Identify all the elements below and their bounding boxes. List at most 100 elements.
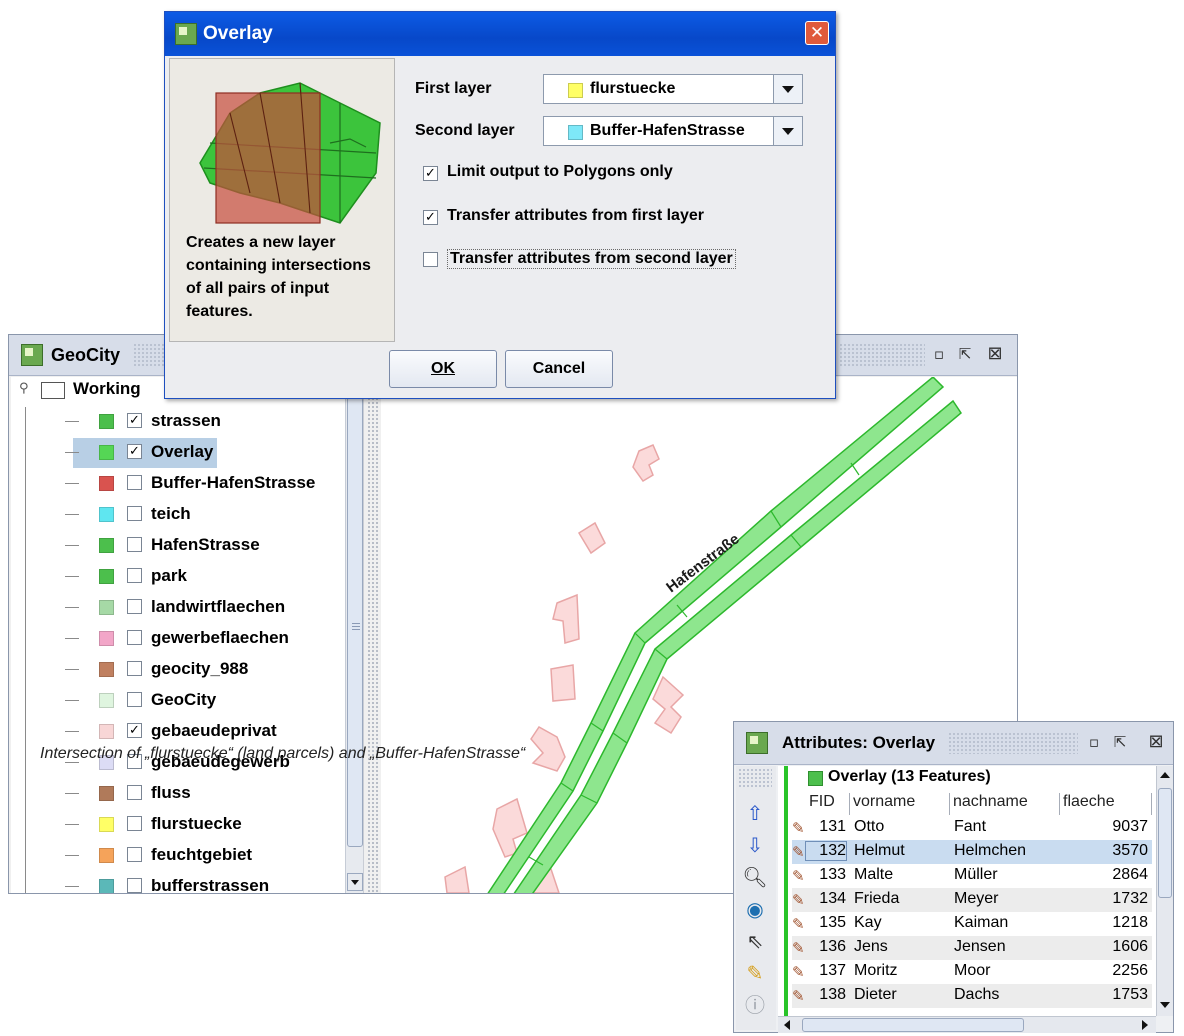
column-header[interactable]: vorname: [850, 793, 950, 815]
splitter[interactable]: [367, 377, 379, 893]
column-header[interactable]: nachname: [950, 793, 1060, 815]
move-down-icon[interactable]: ⇩: [742, 832, 768, 858]
layer-visibility-checkbox[interactable]: [127, 630, 142, 645]
close-icon[interactable]: ⊠: [985, 344, 1005, 364]
edit-pencil-icon[interactable]: ✎: [792, 962, 806, 982]
layer-item[interactable]: ✓ Overlay: [11, 438, 351, 468]
layer-tree-scrollbar[interactable]: [345, 397, 363, 893]
layer-visibility-checkbox[interactable]: ✓: [127, 413, 142, 428]
layer-visibility-checkbox[interactable]: ✓: [127, 444, 142, 459]
figure-caption: Intersection of „flurstuecke“ (land parc…: [40, 745, 526, 762]
layer-tree: ⚲ Working ✓ strassen ✓ Overlay Buffer-HafenS…: [11, 377, 364, 893]
checkbox[interactable]: ✓: [423, 166, 438, 181]
maximize-icon[interactable]: ⇱: [1110, 732, 1130, 752]
second-layer-select[interactable]: Buffer-HafenStrasse: [543, 116, 803, 146]
layer-name: HafenStrasse: [151, 535, 260, 554]
cancel-button[interactable]: Cancel: [505, 350, 613, 388]
scrollbar-thumb[interactable]: [1158, 788, 1172, 898]
layer-item[interactable]: park: [11, 562, 351, 592]
layer-item[interactable]: fluss: [11, 779, 351, 809]
layer-visibility-checkbox[interactable]: [127, 878, 142, 893]
dialog-close-button[interactable]: ✕: [805, 21, 829, 45]
edit-pencil-icon[interactable]: ✎: [792, 938, 806, 958]
scroll-left-icon[interactable]: [784, 1020, 790, 1030]
edit-pencil-icon[interactable]: ✎: [792, 818, 806, 838]
layer-name: gebaeudeprivat: [151, 721, 277, 740]
table-cell-vorname: Moritz: [854, 962, 898, 979]
scrollbar-thumb[interactable]: [802, 1018, 1024, 1032]
scroll-down-icon[interactable]: [1160, 1002, 1170, 1008]
chevron-down-icon[interactable]: [773, 75, 802, 103]
select-arrow-icon[interactable]: ⇖: [742, 928, 768, 954]
layer-visibility-checkbox[interactable]: [127, 661, 142, 676]
dialog-titlebar[interactable]: Overlay ✕: [165, 12, 835, 56]
edit-pencil-icon[interactable]: ✎: [792, 842, 806, 862]
checkbox[interactable]: ✓: [423, 210, 438, 225]
edit-pencil-icon[interactable]: ✎: [792, 890, 806, 910]
layer-item[interactable]: landwirtflaechen: [11, 593, 351, 623]
info-icon[interactable]: ⓘ: [742, 992, 768, 1018]
layer-visibility-checkbox[interactable]: [127, 599, 142, 614]
layer-item[interactable]: GeoCity: [11, 686, 351, 716]
table-cell-flaeche: 1732: [1112, 890, 1148, 907]
layer-visibility-checkbox[interactable]: [127, 816, 142, 831]
layer-visibility-checkbox[interactable]: [127, 568, 142, 583]
tree-connector: [65, 514, 79, 515]
edit-pencil-icon[interactable]: ✎: [792, 986, 806, 1006]
column-header[interactable]: FID: [806, 793, 850, 815]
scrollbar-thumb[interactable]: [347, 397, 363, 847]
column-header[interactable]: flaeche: [1060, 793, 1152, 815]
layer-item[interactable]: flurstuecke: [11, 810, 351, 840]
titlebar-grip: [948, 732, 1078, 754]
checkbox[interactable]: [423, 252, 438, 267]
attributes-vscrollbar[interactable]: [1156, 766, 1173, 1016]
layer-item[interactable]: geocity_988: [11, 655, 351, 685]
tree-connector: [65, 452, 79, 453]
layer-color-swatch: [99, 538, 114, 553]
layer-item[interactable]: gewerbeflaechen: [11, 624, 351, 654]
maximize-icon[interactable]: ⇱: [955, 344, 975, 364]
minimize-icon[interactable]: ▫: [929, 344, 949, 364]
close-icon[interactable]: ⊠: [1146, 732, 1166, 752]
table-cell-nachname: Moor: [954, 962, 991, 979]
scroll-up-icon[interactable]: [1160, 772, 1170, 778]
layer-visibility-checkbox[interactable]: [127, 506, 142, 521]
layer-item[interactable]: ✓ gebaeudeprivat: [11, 717, 351, 747]
layer-visibility-checkbox[interactable]: [127, 475, 142, 490]
tree-connector: [65, 638, 79, 639]
globe-icon[interactable]: ◉: [742, 896, 768, 922]
layer-item[interactable]: Buffer-HafenStrasse: [11, 469, 351, 499]
zoom-icon[interactable]: 🔍︎: [742, 864, 768, 890]
layer-visibility-checkbox[interactable]: [127, 785, 142, 800]
ok-button[interactable]: OK: [389, 350, 497, 388]
tree-root-label[interactable]: Working: [73, 379, 141, 399]
tree-connector: [65, 700, 79, 701]
highlight-brush-icon[interactable]: ✎: [742, 960, 768, 986]
layer-item[interactable]: ✓ strassen: [11, 407, 351, 437]
layer-visibility-checkbox[interactable]: ✓: [127, 723, 142, 738]
edit-pencil-icon[interactable]: ✎: [792, 914, 806, 934]
layer-item[interactable]: HafenStrasse: [11, 531, 351, 561]
layer-visibility-checkbox[interactable]: [127, 847, 142, 862]
edit-pencil-icon[interactable]: ✎: [792, 866, 806, 886]
attributes-hscrollbar[interactable]: [778, 1016, 1156, 1033]
layer-swatch: [808, 771, 823, 786]
attributes-window: Attributes: Overlay ▫ ⇱ ⊠ ⇧ ⇩ 🔍︎ ◉ ⇖ ✎ ⓘ…: [733, 721, 1174, 1033]
layer-visibility-checkbox[interactable]: [127, 537, 142, 552]
layer-item[interactable]: teich: [11, 500, 351, 530]
table-cell-fid: 133: [819, 866, 846, 883]
attributes-titlebar[interactable]: Attributes: Overlay ▫ ⇱ ⊠: [734, 722, 1173, 765]
first-layer-select[interactable]: flurstuecke: [543, 74, 803, 104]
minimize-icon[interactable]: ▫: [1084, 732, 1104, 752]
layer-visibility-checkbox[interactable]: [127, 692, 142, 707]
scroll-right-icon[interactable]: [1142, 1020, 1148, 1030]
folder-icon: [41, 382, 65, 399]
layer-item[interactable]: feuchtgebiet: [11, 841, 351, 871]
layer-item[interactable]: bufferstrassen: [11, 872, 351, 893]
tree-expand-icon[interactable]: ⚲: [19, 381, 29, 396]
move-up-icon[interactable]: ⇧: [742, 800, 768, 826]
chevron-down-icon[interactable]: [773, 117, 802, 145]
checkbox-label: Transfer attributes from second layer: [447, 249, 736, 269]
scroll-down-button[interactable]: [347, 873, 363, 891]
table-cell-vorname: Jens: [854, 938, 888, 955]
